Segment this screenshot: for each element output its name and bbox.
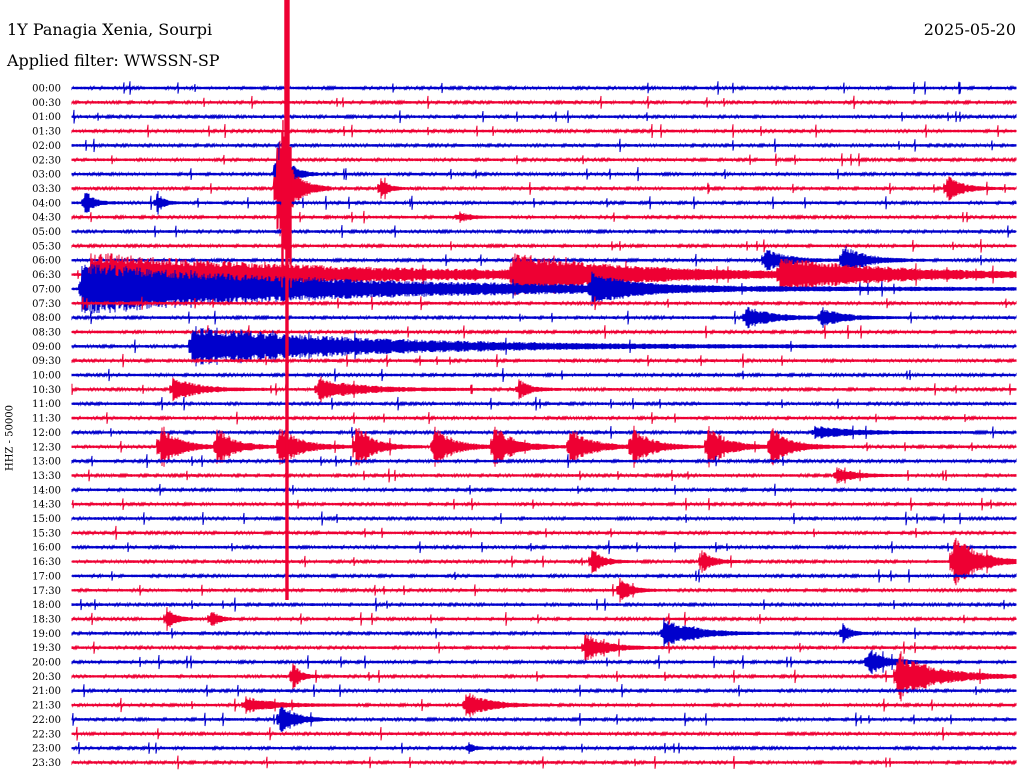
row-time-label: 21:30: [32, 701, 61, 712]
row-time-label: 08:00: [32, 313, 61, 324]
trace-08:00: [71, 306, 1017, 329]
trace-00:00: [71, 81, 1017, 95]
row-time-label: 16:30: [32, 557, 61, 568]
trace-03:30: [71, 140, 1017, 237]
trace-12:00: [71, 425, 1017, 440]
row-time-label: 18:00: [32, 600, 61, 611]
row-time-label: 08:30: [32, 327, 61, 338]
trace-17:30: [71, 577, 1017, 603]
row-time-label: 09:30: [32, 356, 61, 367]
row-time-label: 22:30: [32, 729, 61, 740]
trace-20:00: [71, 649, 1017, 675]
row-time-label: 14:00: [32, 485, 61, 496]
helicorder-plot: 00:00 00:30 01:00 01:30 02:00 02:30 03:00 03:30…: [32, 0, 1017, 770]
row-time-label: 14:30: [32, 500, 61, 511]
trace-02:30: [71, 153, 1017, 167]
row-time-label: 09:00: [32, 342, 61, 353]
row-time-label: 10:30: [32, 385, 61, 396]
row-time-label: 11:00: [32, 399, 61, 410]
row-time-label: 10:00: [32, 371, 61, 382]
row-time-label: 06:00: [32, 256, 61, 267]
row-time-label: 16:00: [32, 543, 61, 554]
trace-04:30: [71, 210, 1017, 224]
trace-05:30: [71, 239, 1017, 253]
row-time-label: 19:00: [32, 629, 61, 640]
trace-15:00: [71, 511, 1017, 526]
trace-22:00: [71, 706, 1017, 733]
row-time-label: 13:30: [32, 471, 61, 482]
row-time-label: 01:30: [32, 127, 61, 138]
row-time-label: 05:30: [32, 241, 61, 252]
row-time-label: 20:00: [32, 658, 61, 669]
row-time-label: 05:00: [32, 227, 61, 238]
row-time-label: 02:00: [32, 141, 61, 152]
row-time-label: 01:00: [32, 112, 61, 123]
row-time-label: 17:30: [32, 586, 61, 597]
row-time-label: 11:30: [32, 414, 61, 425]
trace-13:30: [71, 467, 1017, 484]
trace-05:00: [71, 225, 1017, 238]
trace-16:00: [71, 540, 1017, 555]
trace-17:00: [71, 569, 1017, 583]
row-time-label: 00:00: [32, 84, 61, 95]
trace-11:30: [71, 411, 1017, 425]
row-time-label: 02:30: [32, 155, 61, 166]
trace-13:00: [71, 454, 1017, 469]
row-time-label: 04:30: [32, 213, 61, 224]
row-time-label: 04:00: [32, 198, 61, 209]
row-time-label: 13:00: [32, 457, 61, 468]
trace-18:30: [71, 607, 1017, 631]
trace-04:00: [71, 190, 1017, 215]
trace-23:00: [71, 742, 1017, 755]
row-time-label: 03:00: [32, 170, 61, 181]
trace-11:00: [71, 396, 1017, 411]
row-time-label: 22:00: [32, 715, 61, 726]
trace-02:00: [71, 138, 1017, 153]
trace-22:30: [71, 726, 1017, 741]
trace-10:30: [71, 376, 1017, 403]
row-time-label: 20:30: [32, 672, 61, 683]
row-time-label: 21:00: [32, 686, 61, 697]
row-time-label: 03:30: [32, 184, 61, 195]
trace-01:30: [71, 124, 1017, 139]
trace-01:00: [71, 109, 1017, 124]
row-time-label: 15:30: [32, 528, 61, 539]
trace-14:00: [71, 483, 1017, 496]
row-time-label: 19:30: [32, 643, 61, 654]
row-time-label: 17:00: [32, 571, 61, 582]
trace-15:30: [71, 525, 1017, 540]
row-time-label: 23:30: [32, 758, 61, 769]
row-time-label: 07:30: [32, 299, 61, 310]
trace-23:30: [71, 755, 1017, 770]
trace-21:30: [71, 693, 1017, 717]
trace-21:00: [71, 684, 1017, 698]
row-time-label: 18:30: [32, 614, 61, 625]
row-time-label: 15:00: [32, 514, 61, 525]
row-time-label: 06:30: [32, 270, 61, 281]
trace-03:00: [71, 141, 1017, 207]
trace-00:30: [71, 95, 1017, 110]
row-time-label: 07:00: [32, 284, 61, 295]
trace-10:00: [71, 368, 1017, 382]
row-time-label: 00:30: [32, 98, 61, 109]
row-time-label: 12:00: [32, 428, 61, 439]
trace-18:00: [71, 597, 1017, 612]
row-time-label: 23:00: [32, 744, 61, 755]
row-time-label: 12:30: [32, 442, 61, 453]
trace-14:30: [71, 497, 1017, 511]
